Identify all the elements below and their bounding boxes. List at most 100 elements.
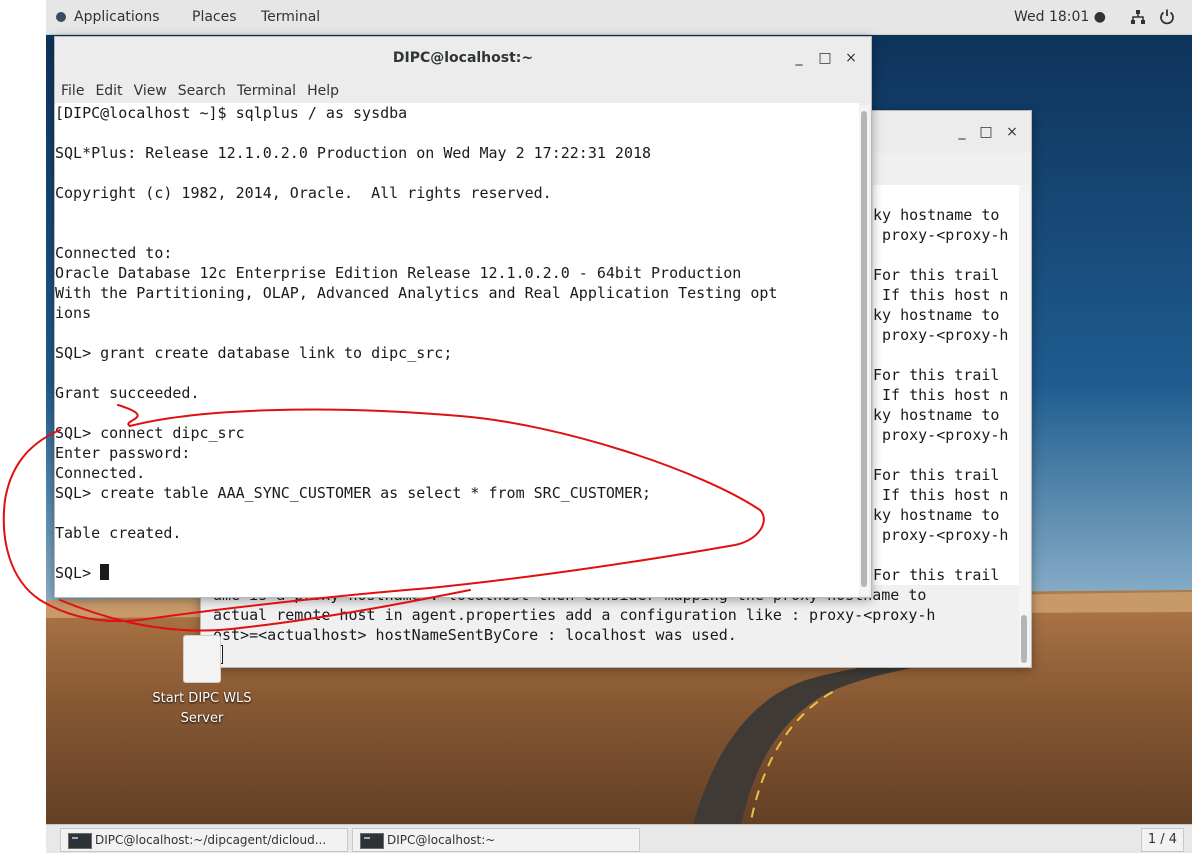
background-terminal-line: If this host n — [873, 486, 1009, 504]
background-terminal-output-right: ky hostname to proxy-<proxy-h For this tr… — [873, 185, 1019, 585]
terminal-line: Grant succeeded. — [55, 383, 859, 403]
terminal-line: SQL*Plus: Release 12.1.0.2.0 Production … — [55, 143, 859, 163]
terminal-line-text: SQL> create table AAA_SYNC_CUSTOMER as s… — [55, 484, 652, 502]
background-terminal-line: If this host n — [873, 286, 1009, 304]
close-button[interactable]: × — [839, 46, 863, 70]
taskbar-item-localhost-terminal[interactable]: DIPC@localhost:~ — [352, 828, 640, 852]
terminal-line-text: Connected to: — [55, 244, 173, 262]
terminal-line-text: Connected. — [55, 464, 146, 482]
background-terminal-line: proxy-<proxy-h — [873, 226, 1009, 244]
terminal-cursor — [100, 564, 110, 580]
terminal-line: Table created. — [55, 523, 859, 543]
taskbar-item-label: DIPC@localhost:~/dipcagent/dicloud... — [95, 833, 327, 847]
terminal-line-text: SQL> connect dipc_src — [55, 424, 245, 442]
background-terminal-line: proxy-<proxy-h — [873, 326, 1009, 344]
terminal-line-text: ions — [55, 304, 92, 322]
maximize-button[interactable]: □ — [813, 46, 837, 70]
terminal-line-text: Copyright (c) 1982, 2014, Oracle. All ri… — [55, 184, 552, 202]
terminal-line: Connected. — [55, 463, 859, 483]
clock[interactable]: Wed 18:01 ● — [1014, 0, 1106, 34]
background-terminal-line: ky hostname to — [873, 206, 1000, 224]
menu-search[interactable]: Search — [172, 79, 231, 99]
places-menu[interactable]: Places — [192, 0, 237, 34]
background-terminal-line: For this trail — [873, 566, 1000, 584]
terminal-line-text: Grant succeeded. — [55, 384, 200, 402]
terminal-line: Oracle Database 12c Enterprise Edition R… — [55, 263, 859, 283]
workspace-indicator[interactable]: 1 / 4 — [1140, 828, 1184, 852]
background-terminal-line: ky hostname to — [873, 306, 1000, 324]
menu-help[interactable]: Help — [301, 79, 344, 99]
terminal-scrollbar[interactable] — [859, 107, 869, 595]
background-terminal-line: actual remote host in agent.properties a… — [213, 606, 936, 624]
terminal-line-text: SQL*Plus: Release 12.1.0.2.0 Production … — [55, 144, 652, 162]
terminal-line: SQL> connect dipc_src — [55, 423, 859, 443]
background-terminal-line: For this trail — [873, 366, 1000, 384]
menu-view[interactable]: View — [128, 79, 172, 99]
background-terminal-line: If this host n — [873, 386, 1009, 404]
terminal-line-text: Table created. — [55, 524, 182, 542]
background-scrollbar-thumb[interactable] — [1021, 615, 1027, 663]
menu-file[interactable]: File — [55, 79, 89, 99]
front-terminal-window[interactable]: DIPC@localhost:~ _ □ × File Edit View Searc… — [54, 36, 872, 598]
background-terminal-line — [873, 345, 1019, 365]
desktop-icon-label-line2: Server — [180, 711, 224, 726]
terminal-icon — [68, 833, 92, 849]
applications-icon — [56, 12, 66, 22]
background-terminal-line: For this trail — [873, 466, 1000, 484]
terminal-line: Copyright (c) 1982, 2014, Oracle. All ri… — [55, 183, 859, 203]
terminal-line-text: Enter password: — [55, 444, 191, 462]
minimize-button[interactable]: _ — [787, 46, 811, 70]
background-terminal-line: ost>=<actualhost> hostNameSentByCore : l… — [213, 626, 737, 644]
desktop-icon-start-dipc-wls-server[interactable]: Start DIPC WLS Server — [142, 635, 262, 729]
terminal-line: SQL> grant create database link to dipc_… — [55, 343, 859, 363]
terminal-line: With the Partitioning, OLAP, Advanced An… — [55, 283, 859, 303]
background-terminal-line — [873, 185, 1019, 205]
maximize-button[interactable]: □ — [974, 120, 998, 144]
desktop-icon-label-line1: Start DIPC WLS — [152, 691, 252, 706]
terminal-line: [DIPC@localhost ~]$ sqlplus / as sysdba — [55, 103, 859, 123]
background-terminal-line: For this trail — [873, 266, 1000, 284]
background-terminal-line: proxy-<proxy-h — [873, 526, 1009, 544]
terminal-scrollbar-thumb[interactable] — [861, 111, 867, 587]
terminal-line-text: Oracle Database 12c Enterprise Edition R… — [55, 264, 742, 282]
top-panel: Applications Places Terminal Wed 18:01 ● — [46, 0, 1192, 35]
terminal-menubar: File Edit View Search Terminal Help — [55, 79, 871, 103]
terminal-line-text: With the Partitioning, OLAP, Advanced An… — [55, 284, 778, 302]
background-terminal-line — [873, 445, 1019, 465]
background-terminal-cursor-line — [213, 645, 1019, 665]
document-icon[interactable] — [183, 635, 221, 683]
background-terminal-line: ky hostname to — [873, 406, 1000, 424]
minimize-button[interactable]: _ — [950, 120, 974, 144]
terminal-line: Connected to: — [55, 243, 859, 263]
taskbar-item-label: DIPC@localhost:~ — [387, 833, 496, 847]
power-icon[interactable] — [1158, 8, 1176, 26]
terminal-line: Enter password: — [55, 443, 859, 463]
background-terminal-line: ky hostname to — [873, 506, 1000, 524]
terminal-icon — [360, 833, 384, 849]
menu-terminal[interactable]: Terminal — [231, 79, 301, 99]
desktop-screen: Applications Places Terminal Wed 18:01 ●… — [46, 0, 1192, 853]
taskbar-item-dipcagent-terminal[interactable]: DIPC@localhost:~/dipcagent/dicloud... — [60, 828, 348, 852]
background-terminal-line: proxy-<proxy-h — [873, 426, 1009, 444]
bottom-taskbar: DIPC@localhost:~/dipcagent/dicloud... DI… — [46, 824, 1192, 853]
background-terminal-line — [873, 545, 1019, 565]
network-icon[interactable] — [1130, 9, 1146, 25]
terminal-line-text: [DIPC@localhost ~]$ sqlplus / as sysdba — [55, 104, 408, 122]
terminal-line: SQL> — [55, 563, 859, 583]
terminal-output[interactable]: [DIPC@localhost ~]$ sqlplus / as sysdba S… — [55, 103, 859, 597]
background-terminal-line — [873, 245, 1019, 265]
menu-edit[interactable]: Edit — [89, 79, 127, 99]
terminal-menu[interactable]: Terminal — [261, 0, 320, 34]
terminal-line-text: SQL> grant create database link to dipc_… — [55, 344, 453, 362]
background-scrollbar[interactable] — [1019, 185, 1029, 667]
close-button[interactable]: × — [1000, 120, 1024, 144]
window-title: DIPC@localhost:~ — [392, 50, 534, 66]
applications-menu[interactable]: Applications — [74, 0, 160, 34]
